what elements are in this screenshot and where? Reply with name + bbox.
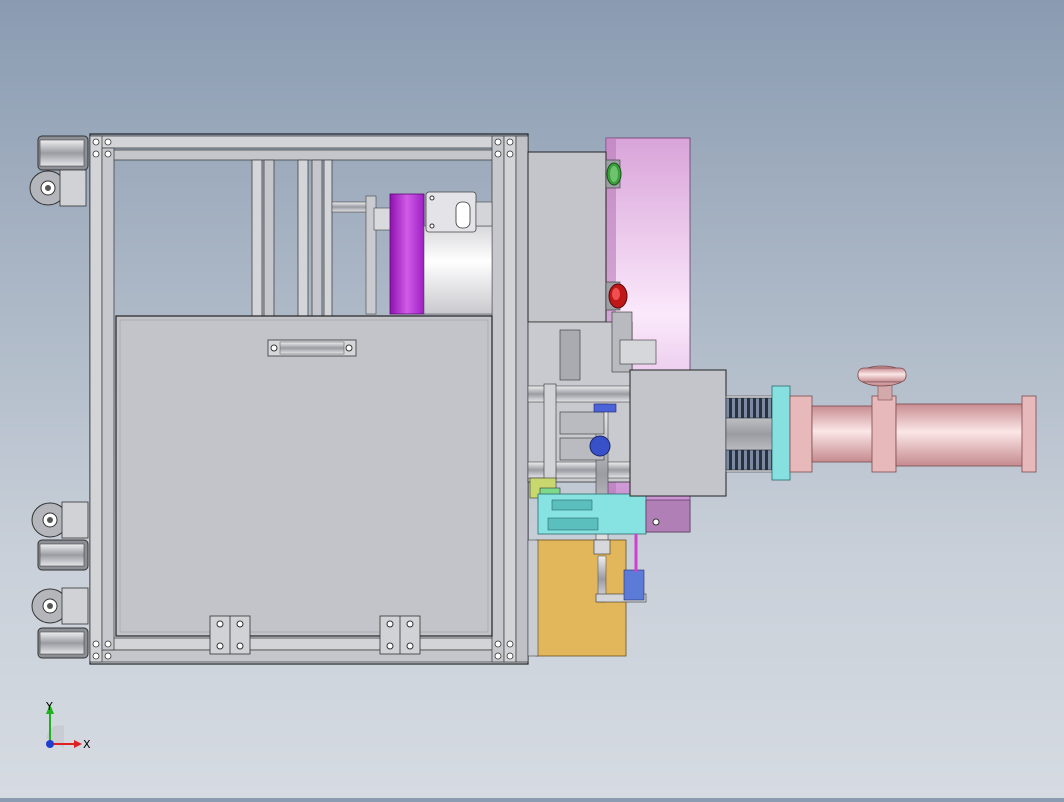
y-axis-label: Y <box>45 700 53 713</box>
cylinder-assembly <box>725 365 1037 481</box>
cad-viewport[interactable]: Y X <box>0 0 1064 798</box>
hinge-left <box>209 615 251 655</box>
yellow-block <box>527 534 647 657</box>
cover-panel <box>115 315 493 655</box>
caster-wheel-top <box>29 135 89 207</box>
coordinate-triad: Y X <box>45 700 91 751</box>
x-axis-label: X <box>83 738 91 751</box>
gray-housing <box>629 369 727 497</box>
panel-handle <box>267 339 357 357</box>
hinge-right <box>379 615 421 655</box>
caster-wheel-middle <box>31 501 89 571</box>
teal-bracket <box>537 493 691 535</box>
roller-assembly <box>331 191 493 315</box>
z-axis-dot <box>46 740 54 748</box>
caster-wheel-bottom <box>31 587 89 659</box>
cad-model-view: Y X <box>29 133 1037 751</box>
